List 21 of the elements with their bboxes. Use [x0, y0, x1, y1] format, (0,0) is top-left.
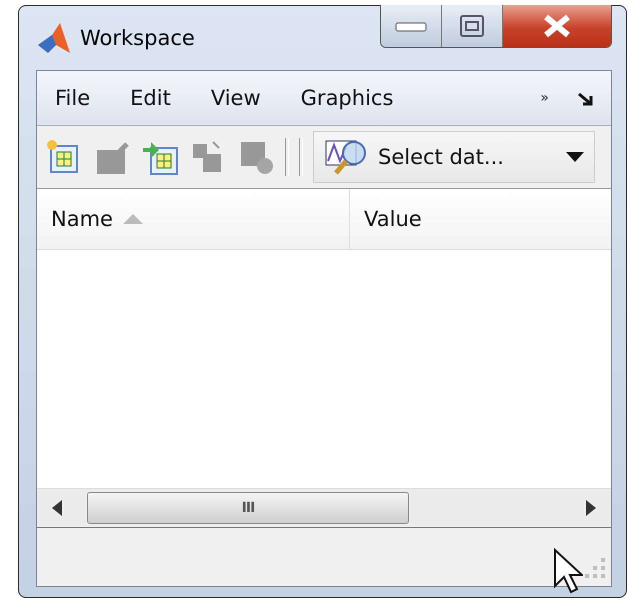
scrollbar-thumb[interactable]: III [87, 492, 409, 524]
column-header[interactable]: Name [37, 189, 350, 249]
select-data-button[interactable]: Select dat... [313, 131, 595, 183]
column-label: Value [364, 207, 422, 231]
minimize-button[interactable] [381, 5, 442, 47]
menu-item[interactable]: File [55, 82, 108, 114]
undock-arrow-icon[interactable] [577, 90, 593, 106]
horizontal-scrollbar[interactable]: III [37, 488, 611, 528]
maximize-icon [459, 14, 485, 38]
dropdown-caret-icon [566, 152, 584, 162]
app-logo-icon [36, 21, 72, 55]
mouse-pointer-icon [553, 548, 583, 594]
column-label: Name [51, 207, 113, 231]
menu-item[interactable]: View [210, 82, 279, 114]
window-title: Workspace [80, 26, 195, 50]
menu-item[interactable]: Edit [130, 82, 189, 114]
maximize-button[interactable] [442, 5, 503, 47]
menu-item[interactable]: Graphics [300, 82, 412, 114]
column-header[interactable]: Value [350, 189, 436, 249]
close-button[interactable] [503, 5, 611, 47]
menu-overflow-button[interactable]: » [540, 90, 549, 106]
